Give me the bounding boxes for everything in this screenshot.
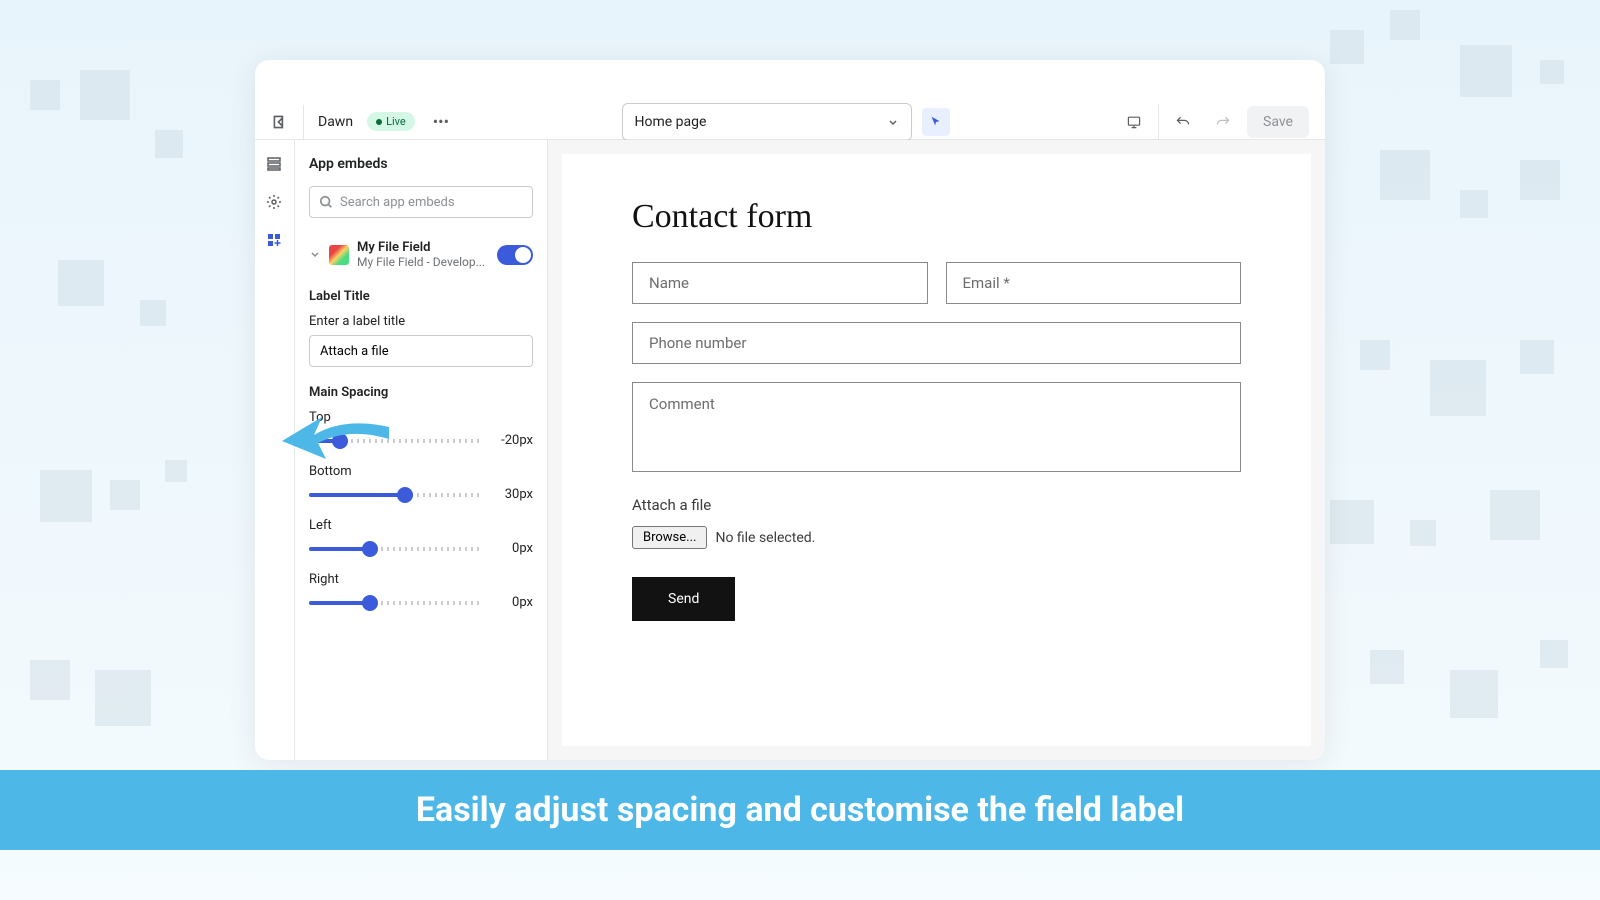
label-title-label: Enter a label title [309, 314, 533, 329]
slider-track[interactable] [309, 547, 483, 551]
status-badge: Live [367, 112, 415, 131]
caption-bar: Easily adjust spacing and customise the … [0, 770, 1600, 850]
search-input[interactable] [309, 186, 533, 218]
send-button[interactable]: Send [632, 577, 735, 621]
search-icon [319, 195, 333, 209]
slider-left: Left 0px [309, 518, 533, 556]
sidebar-title: App embeds [309, 156, 533, 172]
redo-icon[interactable] [1207, 106, 1239, 138]
caption-text: Easily adjust spacing and customise the … [416, 790, 1184, 830]
chevron-down-icon [887, 116, 899, 128]
cursor-tool-icon[interactable] [922, 108, 950, 136]
preview-pane: Contact form Name Email * Phone number C… [548, 140, 1325, 760]
save-button[interactable]: Save [1247, 106, 1309, 138]
editor-window: Dawn Live ••• Home page Save [255, 60, 1325, 760]
slider-track[interactable] [309, 601, 483, 605]
slider-value: 0px [493, 541, 533, 556]
app-toggle[interactable] [497, 245, 533, 265]
more-icon[interactable]: ••• [429, 108, 453, 135]
slider-value: 30px [493, 487, 533, 502]
slider-track[interactable] [309, 493, 483, 497]
slider-label: Left [309, 518, 533, 533]
exit-icon[interactable] [271, 113, 289, 131]
label-title-input[interactable] [309, 335, 533, 367]
slider-value: -20px [493, 433, 533, 448]
gear-icon[interactable] [266, 194, 284, 212]
name-field[interactable]: Name [632, 262, 928, 304]
arrow-callout-icon [274, 397, 394, 477]
no-file-text: No file selected. [715, 530, 815, 546]
topbar: Dawn Live ••• Home page Save [255, 60, 1325, 140]
comment-field[interactable]: Comment [632, 382, 1241, 472]
form-title: Contact form [632, 198, 1241, 236]
app-subtitle: My File Field - Develop... [357, 255, 489, 269]
app-embed-item[interactable]: My File Field My File Field - Develop... [309, 234, 533, 275]
browse-button[interactable]: Browse... [632, 526, 707, 549]
divider [303, 105, 304, 139]
theme-name: Dawn [318, 114, 353, 130]
slider-value: 0px [493, 595, 533, 610]
label-title-heading: Label Title [309, 289, 533, 304]
page-select-value: Home page [635, 114, 707, 130]
canvas: Contact form Name Email * Phone number C… [562, 154, 1311, 746]
chevron-down-icon[interactable] [309, 245, 321, 264]
attach-label: Attach a file [632, 496, 1241, 514]
slider-label: Right [309, 572, 533, 587]
slider-right: Right 0px [309, 572, 533, 610]
sections-icon[interactable] [266, 156, 284, 174]
page-select[interactable]: Home page [622, 103, 912, 141]
desktop-icon[interactable] [1118, 106, 1150, 138]
undo-icon[interactable] [1167, 106, 1199, 138]
divider [1158, 105, 1159, 139]
app-icon [329, 245, 349, 265]
phone-field[interactable]: Phone number [632, 322, 1241, 364]
email-field[interactable]: Email * [946, 262, 1242, 304]
app-embeds-icon[interactable] [266, 232, 284, 250]
app-name: My File Field [357, 240, 489, 255]
